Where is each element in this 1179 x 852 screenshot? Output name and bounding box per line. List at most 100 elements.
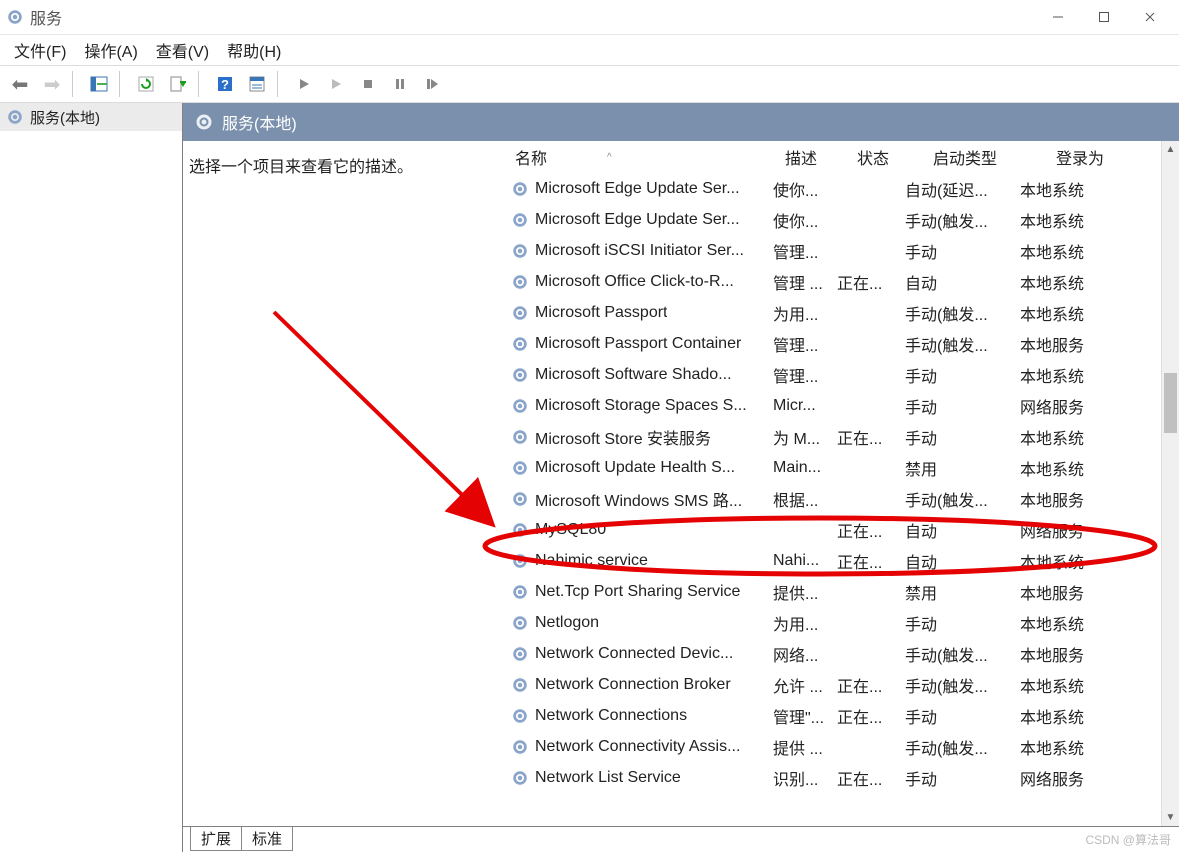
- service-start: 手动(触发...: [905, 301, 1020, 325]
- right-pane: 服务(本地) 选择一个项目来查看它的描述。 名称 ^ 描述 状态 启动类型 登录…: [182, 103, 1179, 852]
- col-name[interactable]: 名称 ^: [511, 145, 781, 169]
- service-state: 正在...: [837, 766, 905, 790]
- service-row[interactable]: Microsoft Office Click-to-R...管理 ...正在..…: [507, 266, 1179, 297]
- service-start: 手动: [905, 394, 1020, 418]
- col-login[interactable]: 登录为: [1052, 145, 1160, 169]
- service-row[interactable]: Network Connection Broker允许 ...正在...手动(触…: [507, 669, 1179, 700]
- tab-extended[interactable]: 扩展: [190, 827, 242, 851]
- gear-icon: [511, 707, 529, 725]
- service-name: Network Connected Devic...: [535, 645, 733, 663]
- service-login: 本地系统: [1020, 239, 1120, 263]
- refresh-button[interactable]: [132, 70, 160, 98]
- service-start: 自动(延迟...: [905, 177, 1020, 201]
- vertical-scrollbar[interactable]: ▲ ▼: [1161, 141, 1179, 826]
- nav-forward-button[interactable]: ➡: [38, 70, 66, 98]
- help-button[interactable]: ?: [211, 70, 239, 98]
- gear-icon: [511, 645, 529, 663]
- start-service-button[interactable]: [290, 70, 318, 98]
- service-row[interactable]: Microsoft Storage Spaces S...Micr...手动网络…: [507, 390, 1179, 421]
- service-row[interactable]: Microsoft Edge Update Ser...使你...手动(触发..…: [507, 204, 1179, 235]
- service-name: Nahimic service: [535, 552, 648, 570]
- gear-icon: [511, 521, 529, 539]
- scroll-down-icon[interactable]: ▼: [1162, 809, 1179, 826]
- service-desc: 网络...: [773, 642, 837, 666]
- menu-action[interactable]: 操作(A): [84, 38, 137, 62]
- col-state[interactable]: 状态: [853, 145, 929, 169]
- service-rows[interactable]: Microsoft Edge Update Ser...使你...自动(延迟..…: [507, 173, 1179, 826]
- gear-icon: [511, 490, 529, 508]
- service-login: 网络服务: [1020, 394, 1120, 418]
- menu-view[interactable]: 查看(V): [156, 38, 209, 62]
- export-list-button[interactable]: [164, 70, 192, 98]
- stop-service-button[interactable]: [354, 70, 382, 98]
- service-state: 正在...: [837, 425, 905, 449]
- gear-icon: [511, 614, 529, 632]
- service-start: 手动: [905, 363, 1020, 387]
- gear-icon: [511, 304, 529, 322]
- service-name: Microsoft Storage Spaces S...: [535, 397, 747, 415]
- service-name: Microsoft Edge Update Ser...: [535, 180, 740, 198]
- service-desc: 为用...: [773, 301, 837, 325]
- service-name: Microsoft Software Shado...: [535, 366, 732, 384]
- service-start: 手动(触发...: [905, 487, 1020, 511]
- col-desc[interactable]: 描述: [781, 145, 853, 169]
- restart-service-button[interactable]: [418, 70, 446, 98]
- service-start: 自动: [905, 549, 1020, 573]
- watermark: CSDN @算法哥: [1085, 831, 1171, 848]
- service-row[interactable]: Network Connected Devic...网络...手动(触发...本…: [507, 638, 1179, 669]
- gear-icon: [511, 459, 529, 477]
- gear-icon: [511, 211, 529, 229]
- properties-button[interactable]: [243, 70, 271, 98]
- service-desc: Nahi...: [773, 552, 837, 570]
- scroll-up-icon[interactable]: ▲: [1162, 141, 1179, 158]
- show-hide-tree-button[interactable]: [85, 70, 113, 98]
- service-row[interactable]: Microsoft Edge Update Ser...使你...自动(延迟..…: [507, 173, 1179, 204]
- service-row[interactable]: Net.Tcp Port Sharing Service提供...禁用本地服务: [507, 576, 1179, 607]
- start-service-grey-button: [322, 70, 350, 98]
- tab-standard[interactable]: 标准: [241, 827, 293, 851]
- service-start: 手动: [905, 766, 1020, 790]
- service-row[interactable]: MySQL80正在...自动网络服务: [507, 514, 1179, 545]
- service-name: Network Connections: [535, 707, 687, 725]
- gear-icon: [511, 583, 529, 601]
- left-tree-pane[interactable]: 服务(本地): [0, 103, 182, 852]
- menu-help[interactable]: 帮助(H): [227, 38, 281, 62]
- service-row[interactable]: Netlogon为用...手动本地系统: [507, 607, 1179, 638]
- menu-file[interactable]: 文件(F): [14, 38, 66, 62]
- service-name: Network List Service: [535, 769, 681, 787]
- gear-icon: [511, 738, 529, 756]
- description-pane: 选择一个项目来查看它的描述。: [183, 141, 507, 826]
- service-start: 手动(触发...: [905, 208, 1020, 232]
- service-row[interactable]: Microsoft Passport Container管理...手动(触发..…: [507, 328, 1179, 359]
- toolbar-divider: [277, 71, 284, 97]
- service-start: 禁用: [905, 580, 1020, 604]
- titlebar: 服务: [0, 0, 1179, 35]
- service-start: 手动(触发...: [905, 673, 1020, 697]
- col-start[interactable]: 启动类型: [929, 145, 1052, 169]
- service-row[interactable]: Microsoft Windows SMS 路...根据...手动(触发...本…: [507, 483, 1179, 514]
- service-row[interactable]: Microsoft Store 安装服务为 M...正在...手动本地系统: [507, 421, 1179, 452]
- service-row[interactable]: Microsoft Passport为用...手动(触发...本地系统: [507, 297, 1179, 328]
- nav-back-button[interactable]: ⬅: [6, 70, 34, 98]
- service-name: Microsoft Store 安装服务: [535, 425, 711, 449]
- service-row[interactable]: Network Connectivity Assis...提供 ...手动(触发…: [507, 731, 1179, 762]
- svg-text:?: ?: [221, 77, 229, 92]
- service-row[interactable]: Nahimic serviceNahi...正在...自动本地系统: [507, 545, 1179, 576]
- service-desc: 为 M...: [773, 425, 837, 449]
- service-desc: 管理 ...: [773, 270, 837, 294]
- scroll-thumb[interactable]: [1164, 373, 1177, 433]
- maximize-button[interactable]: [1081, 2, 1127, 32]
- service-row[interactable]: Microsoft iSCSI Initiator Ser...管理...手动本…: [507, 235, 1179, 266]
- minimize-button[interactable]: [1035, 2, 1081, 32]
- tree-root-node[interactable]: 服务(本地): [0, 103, 182, 131]
- service-name: Network Connectivity Assis...: [535, 738, 740, 756]
- service-login: 本地服务: [1020, 487, 1120, 511]
- service-row[interactable]: Network List Service识别...正在...手动网络服务: [507, 762, 1179, 793]
- close-button[interactable]: [1127, 2, 1173, 32]
- service-row[interactable]: Microsoft Software Shado...管理...手动本地系统: [507, 359, 1179, 390]
- service-login: 本地系统: [1020, 456, 1120, 480]
- service-row[interactable]: Network Connections管理"...正在...手动本地系统: [507, 700, 1179, 731]
- pause-service-button[interactable]: [386, 70, 414, 98]
- gear-icon: [6, 108, 24, 126]
- service-row[interactable]: Microsoft Update Health S...Main...禁用本地系…: [507, 452, 1179, 483]
